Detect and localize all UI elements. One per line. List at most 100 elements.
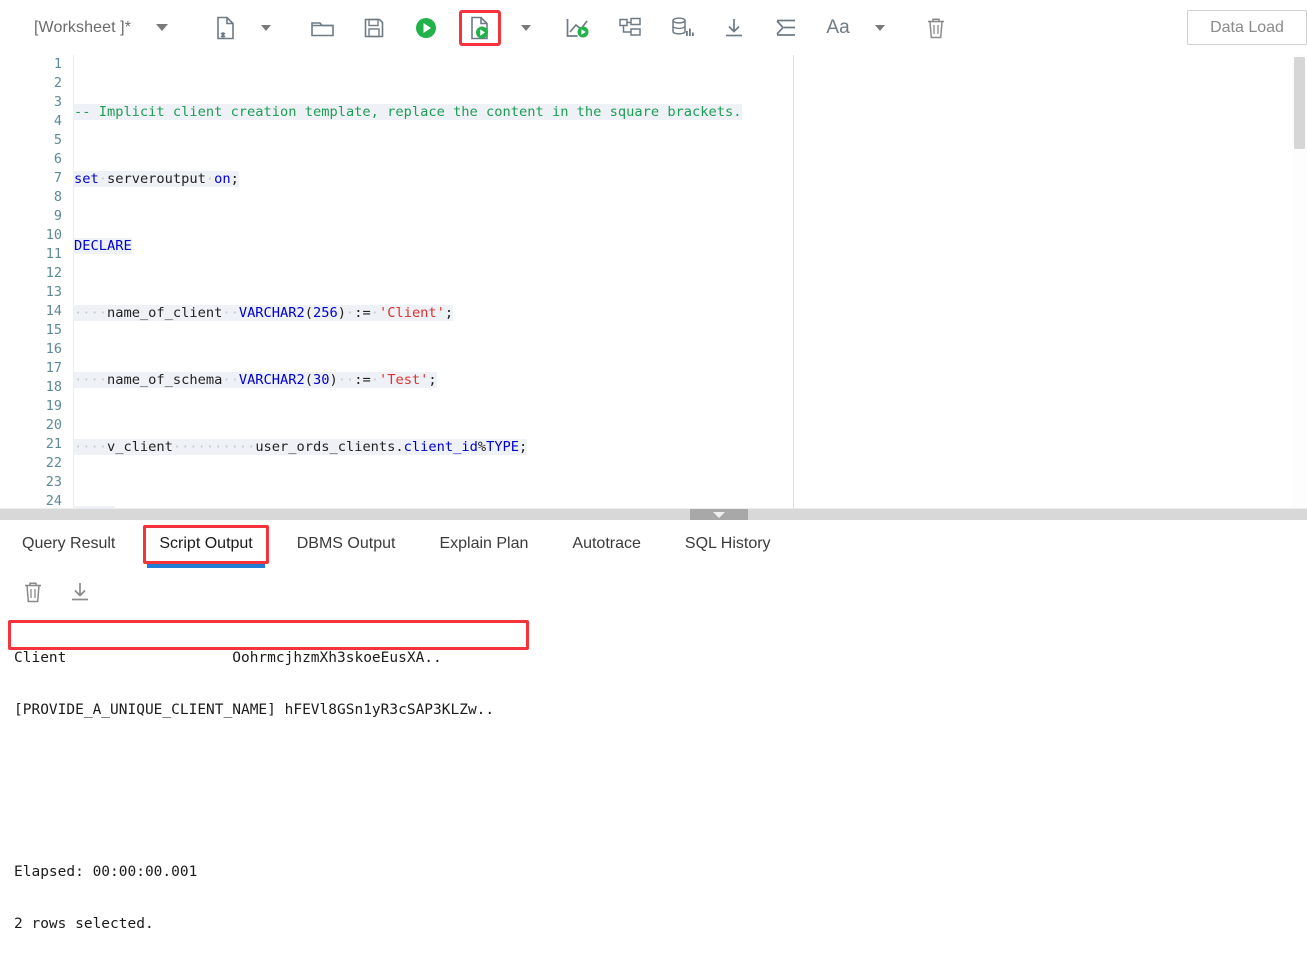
code-token-comment: -- Implicit client creation template, re… <box>74 104 742 120</box>
output-line: 2 rows selected. <box>14 916 154 932</box>
run-script-dropdown-button[interactable] <box>509 11 543 45</box>
code-line: -- Implicit client creation template, re… <box>74 103 1307 122</box>
editor-vertical-scrollbar-thumb[interactable] <box>1294 57 1305 149</box>
output-line: [PROVIDE_A_UNIQUE_CLIENT_NAME] hFEVl8GSn… <box>14 702 495 718</box>
trash-icon <box>928 18 945 38</box>
download-icon <box>726 18 743 36</box>
tab-sql-history[interactable]: SQL History <box>663 520 793 568</box>
save-button[interactable] <box>357 11 391 45</box>
editor-code-area[interactable]: -- Implicit client creation template, re… <box>74 55 1307 508</box>
sql-editor[interactable]: 1 2 3 4 5 6 7 8 9 10 11 12 13 14 15 16 1… <box>0 55 1307 508</box>
explain-plan-button[interactable] <box>561 11 595 45</box>
chevron-down-icon <box>521 24 532 31</box>
line-number: 10 <box>45 227 62 243</box>
line-number: 4 <box>53 113 62 129</box>
sql-worksheet-app: [Worksheet ]* Aa Data Load 1 2 3 4 5 6 7… <box>0 0 1307 932</box>
clear-worksheet-button[interactable] <box>919 11 953 45</box>
font-size-button[interactable]: Aa <box>821 11 855 45</box>
line-number: 13 <box>45 284 62 300</box>
line-number: 1 <box>53 56 62 72</box>
line-number: 14 <box>45 303 62 319</box>
line-number: 7 <box>53 170 62 186</box>
code-line: ····name_of_client··VARCHAR2(256)·:=·'Cl… <box>74 305 454 321</box>
run-statement-button[interactable] <box>409 11 443 45</box>
tab-label: Explain Plan <box>439 535 529 552</box>
new-worksheet-button[interactable] <box>209 11 243 45</box>
clear-output-button[interactable] <box>22 580 44 604</box>
line-number: 23 <box>45 474 62 490</box>
code-literal-schema-name: 'Test' <box>378 372 429 388</box>
script-output-pane[interactable]: Client OohrmcjhzmXh3skoeEusXA.. [PROVIDE… <box>0 616 1307 932</box>
run-script-button[interactable] <box>463 14 497 42</box>
tab-autotrace[interactable]: Autotrace <box>550 520 662 568</box>
line-number: 18 <box>45 379 62 395</box>
download-output-button[interactable] <box>68 581 92 603</box>
chevron-down-icon <box>875 24 886 31</box>
worksheet-dropdown-button[interactable] <box>145 11 179 45</box>
tab-script-output[interactable]: Script Output <box>137 520 274 568</box>
line-number: 12 <box>45 265 62 281</box>
tab-query-result[interactable]: Query Result <box>0 520 137 568</box>
chevron-down-icon <box>156 24 169 31</box>
data-load-button[interactable]: Data Load <box>1187 10 1307 45</box>
tab-label: SQL History <box>684 535 771 552</box>
line-number: 19 <box>45 398 62 414</box>
data-load-label: Data Load <box>1210 18 1284 36</box>
new-worksheet-dropdown-button[interactable] <box>249 11 283 45</box>
editor-vertical-scrollbar-track[interactable] <box>1292 55 1307 508</box>
explain-plan-icon <box>566 18 589 37</box>
line-number: 17 <box>45 360 62 376</box>
code-line: DECLARE <box>74 238 132 254</box>
output-toolbar <box>0 568 1307 616</box>
sql-history-button[interactable] <box>665 11 699 45</box>
line-number: 22 <box>45 455 62 471</box>
tab-label: Autotrace <box>572 535 641 552</box>
line-number: 2 <box>53 75 62 91</box>
autotrace-icon <box>619 17 641 36</box>
result-tabs: Query Result Script Output DBMS Output E… <box>0 520 1307 569</box>
tab-label: Query Result <box>22 535 116 552</box>
format-button[interactable] <box>769 11 803 45</box>
run-statement-icon <box>416 17 437 38</box>
tab-explain-plan[interactable]: Explain Plan <box>417 520 550 568</box>
new-worksheet-icon <box>217 16 234 39</box>
output-line: Elapsed: 00:00:00.001 <box>14 864 198 880</box>
run-script-icon <box>471 16 489 39</box>
line-number: 16 <box>45 341 62 357</box>
editor-right-margin-ruler <box>793 55 794 508</box>
format-icon <box>776 19 796 36</box>
tab-dbms-output[interactable]: DBMS Output <box>275 520 418 568</box>
font-size-dropdown-button[interactable] <box>863 11 897 45</box>
font-size-icon: Aa <box>826 16 850 38</box>
code-line: ····name_of_schema··VARCHAR2(30)··:=·'Te… <box>74 372 437 388</box>
open-button[interactable] <box>305 11 339 45</box>
line-number: 9 <box>53 208 62 224</box>
line-number: 21 <box>45 436 62 452</box>
line-number: 24 <box>45 493 62 508</box>
line-number: 20 <box>45 417 62 433</box>
tab-label: Script Output <box>159 535 253 552</box>
line-number: 5 <box>53 132 62 148</box>
worksheet-name-label: [Worksheet ]* <box>34 18 132 36</box>
main-toolbar: [Worksheet ]* Aa Data Load <box>0 0 1307 56</box>
download-icon <box>72 583 88 601</box>
line-number: 3 <box>53 94 62 110</box>
editor-gutter: 1 2 3 4 5 6 7 8 9 10 11 12 13 14 15 16 1… <box>0 55 74 508</box>
trash-icon <box>25 582 41 603</box>
sql-history-icon <box>672 16 694 36</box>
code-line: set·serveroutput·on; <box>74 171 239 187</box>
download-button[interactable] <box>717 11 751 45</box>
chevron-down-icon <box>261 24 272 31</box>
line-number: 6 <box>53 151 62 167</box>
save-icon <box>364 18 384 37</box>
line-number: 15 <box>45 322 62 338</box>
chevron-down-icon <box>713 512 725 518</box>
open-folder-icon <box>310 21 334 36</box>
run-script-highlight <box>459 9 502 46</box>
line-number: 8 <box>53 189 62 205</box>
autotrace-button[interactable] <box>613 11 647 45</box>
tab-label: DBMS Output <box>296 535 396 552</box>
code-literal-client-name: 'Client' <box>378 305 445 321</box>
code-line: ····v_client··········user_ords_clients.… <box>74 439 528 455</box>
